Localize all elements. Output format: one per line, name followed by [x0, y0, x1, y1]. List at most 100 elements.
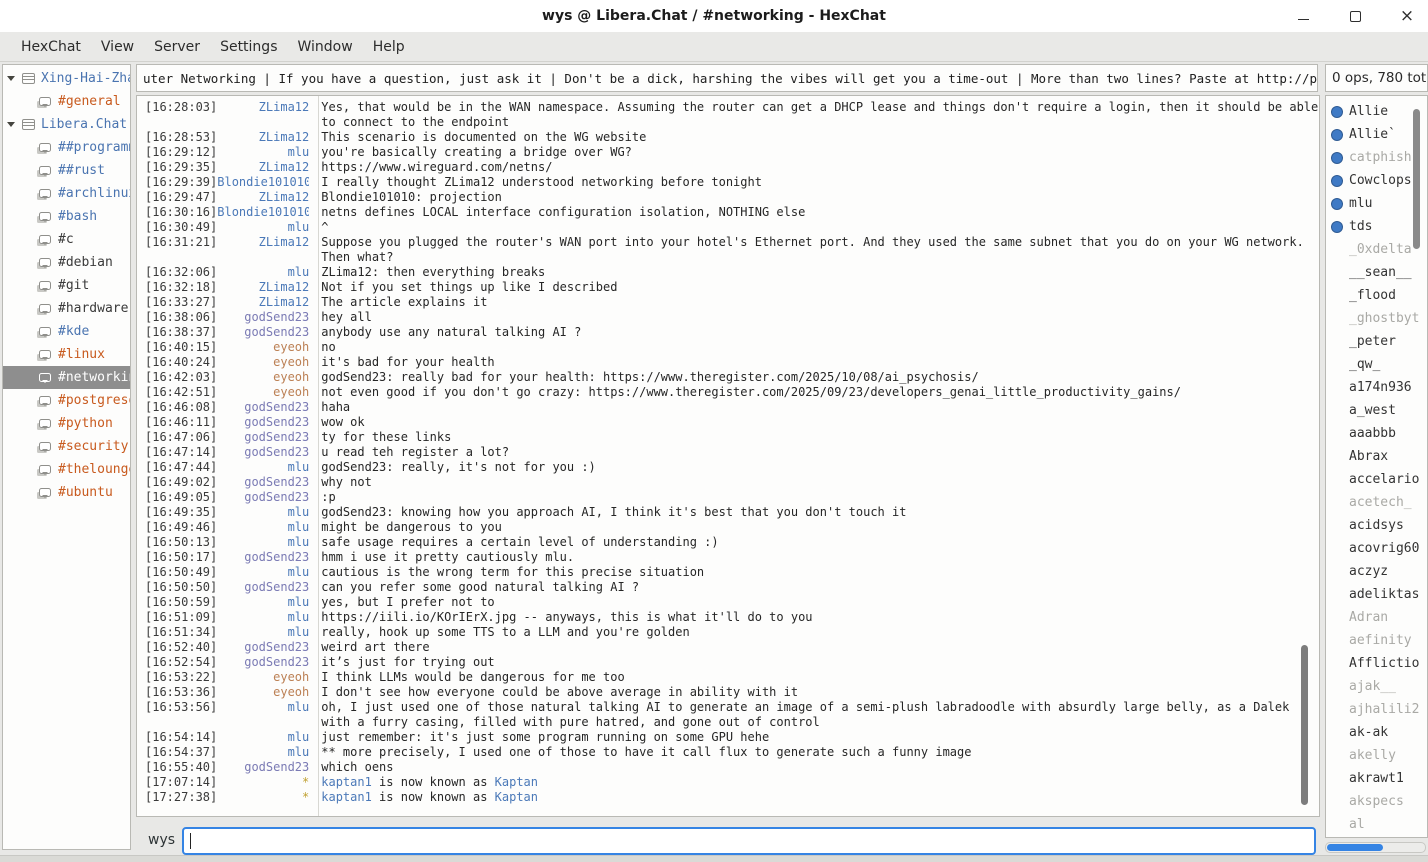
nick: mlu	[217, 460, 309, 475]
message-text: might be dangerous to you	[321, 520, 1319, 535]
message-segment-link[interactable]: Kaptan	[495, 790, 538, 804]
message-text: netns defines LOCAL interface configurat…	[321, 205, 1319, 220]
tree-channel--rust[interactable]: ##rust	[3, 159, 130, 182]
message-text: wow ok	[321, 415, 1319, 430]
nick: ZLima12	[217, 160, 309, 175]
message-text: not even good if you don't go crazy: htt…	[321, 385, 1319, 400]
message-input[interactable]	[182, 827, 1316, 855]
timestamp: [16:54:14]	[145, 730, 217, 745]
message-text: Blondie101010: projection	[321, 190, 1319, 205]
message-segment-link[interactable]: kaptan1	[321, 790, 372, 804]
menu-item-settings[interactable]: Settings	[210, 35, 287, 59]
timestamp: [16:47:44]	[145, 460, 217, 475]
menu-item-help[interactable]: Help	[363, 35, 415, 59]
user-name: accelario	[1349, 472, 1419, 487]
chat-line: [16:42:51]eyeohnot even good if you don'…	[145, 385, 1319, 400]
menu-item-hexchat[interactable]: HexChat	[11, 35, 91, 59]
message-text: kaptan1 is now known as Kaptan	[321, 775, 1319, 790]
tree-channel--ubuntu[interactable]: #ubuntu	[3, 481, 130, 504]
channel-icon	[39, 258, 51, 267]
timestamp: [16:50:50]	[145, 580, 217, 595]
timestamp: [16:52:40]	[145, 640, 217, 655]
topic-text: uter Networking | If you have a question…	[143, 71, 1318, 86]
nick: *	[217, 775, 309, 790]
tree-channel--debian[interactable]: #debian	[3, 251, 130, 274]
tree-label: #security	[58, 439, 128, 454]
tree-channel--linux[interactable]: #linux	[3, 343, 130, 366]
chat-line: [16:50:13]mlusafe usage requires a certa…	[145, 535, 1319, 550]
userlist-hscrollbar[interactable]	[1325, 842, 1426, 853]
timestamp: [16:54:37]	[145, 745, 217, 760]
chat-line: [16:42:03]eyeohgodSend23: really bad for…	[145, 370, 1319, 385]
timestamp: [16:29:39]	[145, 175, 217, 190]
tree-channel--python[interactable]: #python	[3, 412, 130, 435]
timestamp: [16:30:49]	[145, 220, 217, 235]
user-name: _0xdelta	[1349, 242, 1412, 257]
userlist-hscrollbar-thumb[interactable]	[1327, 844, 1383, 851]
tree-channel--git[interactable]: #git	[3, 274, 130, 297]
tree-server-xing-hai-zhan[interactable]: Xing-Hai-Zhan	[3, 67, 130, 90]
chat-line: [16:29:39]Blondie101010I really thought …	[145, 175, 1319, 190]
tree-channel--kde[interactable]: #kde	[3, 320, 130, 343]
nick: ZLima12	[217, 130, 309, 145]
timestamp: [16:53:22]	[145, 670, 217, 685]
message-text: really, hook up some TTS to a LLM and yo…	[321, 625, 1319, 640]
chat-line: [16:38:37]godSend23anybody use any natur…	[145, 325, 1319, 340]
nick: godSend23	[217, 310, 309, 325]
tree-channel--hardware[interactable]: #hardware	[3, 297, 130, 320]
timestamp: [16:33:27]	[145, 295, 217, 310]
nick: godSend23	[217, 475, 309, 490]
timestamp: [16:46:11]	[145, 415, 217, 430]
tree-channel--archlinux[interactable]: #archlinux	[3, 182, 130, 205]
menu-item-view[interactable]: View	[91, 35, 144, 59]
chat-scrollbar-thumb[interactable]	[1301, 645, 1308, 805]
tree-channel--bash[interactable]: #bash	[3, 205, 130, 228]
menu-item-server[interactable]: Server	[144, 35, 210, 59]
chat-line: [16:51:34]mlureally, hook up some TTS to…	[145, 625, 1319, 640]
message-text: Suppose you plugged the router's WAN por…	[321, 235, 1319, 265]
timestamp: [16:50:17]	[145, 550, 217, 565]
tree-server-libera-chat[interactable]: Libera.Chat	[3, 113, 130, 136]
tree-channel--programmi[interactable]: ##programmi	[3, 136, 130, 159]
window-bottom-edge	[0, 855, 1428, 862]
tree-label: #networking	[58, 370, 130, 385]
chat-scrollbar[interactable]	[1300, 97, 1309, 815]
userlist-scrollbar-thumb[interactable]	[1413, 109, 1420, 249]
close-button[interactable]: ×	[1394, 3, 1420, 29]
message-segment-link[interactable]: Kaptan	[495, 775, 538, 789]
userlist-scrollbar[interactable]	[1412, 97, 1421, 836]
message-text: hmm i use it pretty cautiously mlu.	[321, 550, 1319, 565]
chat-line: [16:32:18]ZLima12Not if you set things u…	[145, 280, 1319, 295]
expander-icon[interactable]	[7, 122, 15, 127]
tree-channel--security[interactable]: #security	[3, 435, 130, 458]
tree-channel--thelounge[interactable]: #thelounge	[3, 458, 130, 481]
message-text: :p	[321, 490, 1319, 505]
tree-channel--postgresql[interactable]: #postgresql	[3, 389, 130, 412]
nick: godSend23	[217, 490, 309, 505]
tree-channel--general[interactable]: #general	[3, 90, 130, 113]
maximize-button[interactable]	[1342, 3, 1368, 29]
chat-line: [16:50:49]mlucautious is the wrong term …	[145, 565, 1319, 580]
nick: ZLima12	[217, 190, 309, 205]
message-text: no	[321, 340, 1319, 355]
message-segment-link[interactable]: kaptan1	[321, 775, 372, 789]
nick: eyeoh	[217, 685, 309, 700]
chat-line: [16:53:36]eyeohI don't see how everyone …	[145, 685, 1319, 700]
chat-line: [16:52:40]godSend23weird art there	[145, 640, 1319, 655]
message-text: Not if you set things up like I describe…	[321, 280, 1319, 295]
menu-item-window[interactable]: Window	[287, 35, 362, 59]
tree-channel--c[interactable]: #c	[3, 228, 130, 251]
chat-area: [16:28:03]ZLima12Yes, that would be in t…	[136, 95, 1320, 817]
minimize-button[interactable]	[1290, 3, 1316, 29]
topic-bar[interactable]: uter Networking | If you have a question…	[136, 64, 1318, 92]
expander-icon[interactable]	[7, 76, 15, 81]
chat-line: [17:07:14]*kaptan1 is now known as Kapta…	[145, 775, 1319, 790]
own-nick-label: wys	[148, 832, 175, 848]
tree-channel--networking[interactable]: #networking	[3, 366, 130, 389]
message-text: This scenario is documented on the WG we…	[321, 130, 1319, 145]
message-text: anybody use any natural talking AI ?	[321, 325, 1319, 340]
window-controls: ×	[1290, 0, 1420, 32]
timestamp: [17:27:38]	[145, 790, 217, 805]
message-text: Yes, that would be in the WAN namespace.…	[321, 100, 1319, 130]
message-text: u read teh register a lot?	[321, 445, 1319, 460]
